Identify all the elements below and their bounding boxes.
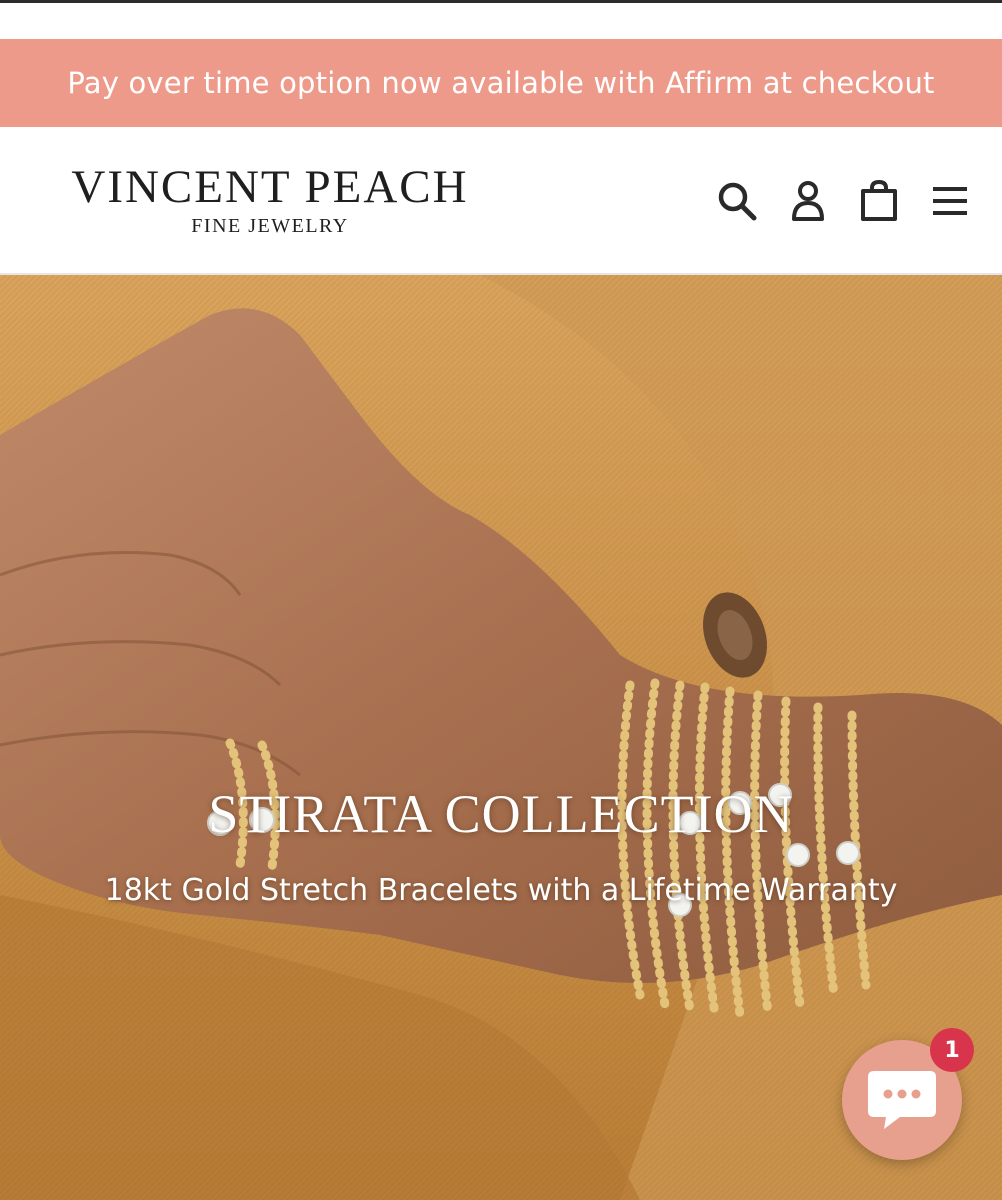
search-button[interactable] (713, 177, 761, 225)
hero-title: STIRATA COLLECTION (208, 784, 794, 844)
hero-subtitle: 18kt Gold Stretch Bracelets with a Lifet… (104, 873, 898, 908)
cart-icon (861, 179, 897, 221)
hero-banner[interactable]: STIRATA COLLECTION 18kt Gold Stretch Bra… (0, 275, 1002, 1200)
announcement-text: Pay over time option now available with … (67, 66, 935, 100)
menu-icon (933, 187, 967, 215)
logo-tagline: FINE JEWELRY (191, 215, 349, 237)
cart-button[interactable] (855, 177, 903, 225)
chat-bubble-icon (868, 1071, 936, 1129)
search-icon (718, 182, 757, 221)
site-logo[interactable]: VINCENT PEACH FINE JEWELRY (52, 163, 488, 238)
site-header: VINCENT PEACH FINE JEWELRY (0, 127, 1002, 275)
logo-wordmark: VINCENT PEACH (71, 161, 469, 213)
hero-image (0, 275, 1002, 1200)
announcement-bar[interactable]: Pay over time option now available with … (0, 39, 1002, 127)
chat-notification-badge: 1 (930, 1028, 974, 1072)
account-button[interactable] (784, 177, 832, 225)
browser-top-strip (0, 0, 1002, 39)
account-icon (792, 181, 824, 221)
menu-button[interactable] (926, 177, 974, 225)
